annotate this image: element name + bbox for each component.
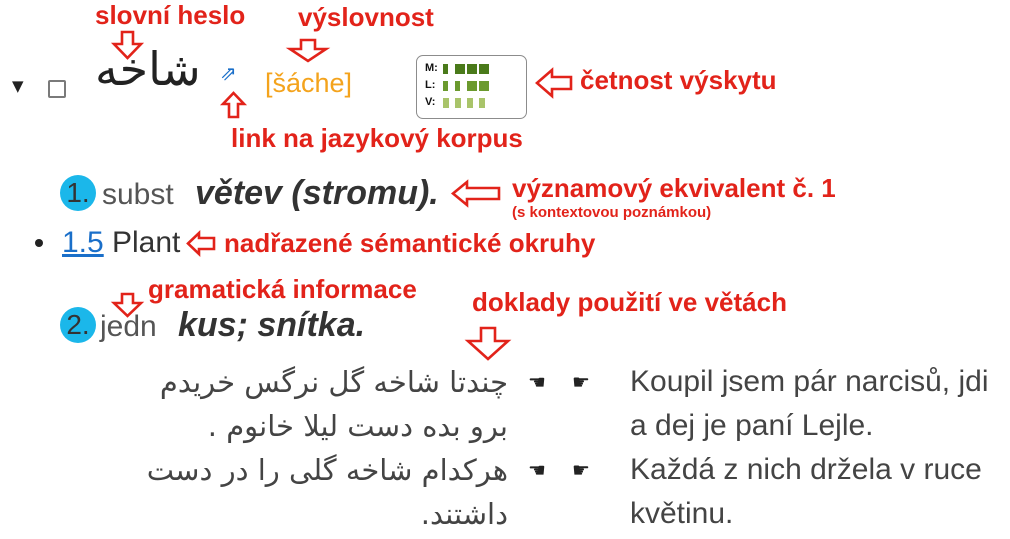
frequency-cell-fill [479, 80, 489, 91]
annotation-label-examples: doklady použití ve větách [472, 287, 787, 317]
example-row: چندتا شاخه گل نرگس خریدم برو بده دست لیل… [0, 360, 1010, 448]
frequency-cell [443, 80, 453, 91]
frequency-indicator: M: L: V: [416, 55, 527, 119]
hand-pointing-right-icon[interactable]: ☛ [572, 360, 590, 404]
semantic-domain-name: Plant [112, 226, 181, 259]
frequency-cell [455, 80, 465, 91]
frequency-cell [479, 63, 489, 74]
example-translation-line: a dej je paní Lejle. [630, 409, 874, 442]
frequency-cells [443, 80, 489, 91]
annotation-label-corpus-link: link na jazykový korpus [231, 123, 523, 153]
frequency-cell [455, 63, 465, 74]
frequency-cell-fill [455, 97, 461, 108]
list-bullet [35, 239, 43, 247]
frequency-row-label: V: [425, 96, 436, 108]
annotation-arrow-down-pronunciation-icon [285, 38, 331, 63]
collapse-triangle-down-icon[interactable]: ▼ [12, 79, 24, 94]
example-source-line: داشتند. [420, 497, 508, 531]
annotation-label-equivalent: významový ekvivalent č. 1 [512, 173, 836, 203]
dictionary-entry-page: { "annotations": { "headword": "slovní h… [0, 0, 1010, 539]
frequency-cell-fill [455, 80, 460, 91]
frequency-cell-fill [479, 63, 489, 74]
annotation-arrow-down-examples-icon [464, 326, 512, 361]
example-translation-line: květinu. [630, 497, 734, 530]
annotation-label-pronunciation: výslovnost [298, 2, 434, 32]
frequency-row-m: M: [425, 63, 489, 74]
select-entry-checkbox[interactable] [48, 80, 66, 98]
corpus-link-icon[interactable]: ⇗ [220, 63, 237, 83]
annotation-arrow-left-equivalent-icon [450, 179, 501, 208]
hand-pointing-left-icon[interactable]: ☚ [528, 448, 546, 492]
example-row: هرکدام شاخه گلی را در دست داشتند. ☚ ☛ Ka… [0, 448, 1010, 536]
semantic-domain-link[interactable]: 1.5 [62, 228, 104, 258]
annotation-arrow-left-domains-icon [186, 229, 216, 258]
frequency-cells [443, 63, 489, 74]
annotation-label-domains: nadřazené sémantické okruhy [224, 228, 596, 258]
pronunciation: [šáche] [265, 68, 353, 98]
sense-number-badge: 1. [60, 175, 96, 211]
example-translation-line: Koupil jsem pár narcisů, jdi [630, 365, 989, 398]
frequency-cell [443, 63, 453, 74]
frequency-cell [479, 80, 489, 91]
grammar-info: jedn [100, 310, 157, 343]
example-source-line: هرکدام شاخه گلی را در دست [146, 453, 508, 487]
annotation-label-grammar: gramatická informace [148, 274, 417, 304]
frequency-cell [467, 97, 477, 108]
example-source-line: چندتا شاخه گل نرگس خریدم [159, 365, 508, 399]
frequency-row-v: V: [425, 97, 489, 108]
example-source-line: برو بده دست لیلا خانوم . [207, 409, 508, 443]
frequency-cell [455, 97, 465, 108]
annotation-label-frequency: četnost výskytu [580, 65, 777, 95]
hand-pointing-right-icon[interactable]: ☛ [572, 448, 590, 492]
example-translation: Každá z nich držela v ruce květinu. [630, 448, 982, 536]
annotation-arrow-up-corpus-link-icon [219, 91, 248, 119]
frequency-cell-fill [443, 63, 448, 74]
grammar-info: subst [102, 178, 174, 211]
frequency-cell-fill [479, 97, 485, 108]
annotation-arrow-left-frequency-icon [535, 67, 573, 99]
frequency-cell-fill [467, 80, 477, 91]
example-source: چندتا شاخه گل نرگس خریدم برو بده دست لیل… [160, 360, 508, 448]
frequency-cell [443, 97, 453, 108]
frequency-cell [479, 97, 489, 108]
example-source: هرکدام شاخه گلی را در دست داشتند. [147, 448, 508, 536]
example-translation: Koupil jsem pár narcisů, jdi a dej je pa… [630, 360, 989, 448]
frequency-cell-fill [443, 97, 449, 108]
frequency-row-label: L: [425, 79, 436, 91]
annotation-label-equivalent-note: (s kontextovou poznámkou) [512, 204, 712, 221]
frequency-cells [443, 97, 489, 108]
frequency-row-label: M: [425, 62, 438, 74]
usage-examples: چندتا شاخه گل نرگس خریدم برو بده دست لیل… [0, 360, 1010, 536]
example-translation-line: Každá z nich držela v ruce [630, 453, 982, 486]
frequency-cell-fill [467, 97, 473, 108]
sense-number-badge: 2. [60, 307, 96, 343]
frequency-cell [467, 80, 477, 91]
frequency-row-l: L: [425, 80, 489, 91]
hand-pointing-left-icon[interactable]: ☚ [528, 360, 546, 404]
annotation-label-headword: slovní heslo [95, 0, 246, 30]
headword: شاخه [95, 42, 201, 96]
frequency-cell-fill [455, 63, 465, 74]
frequency-cell [467, 63, 477, 74]
sense-equivalent: kus; snítka. [178, 306, 366, 344]
frequency-cell-fill [443, 80, 448, 91]
frequency-cell-fill [467, 63, 477, 74]
sense-equivalent: větev (stromu). [195, 174, 439, 212]
